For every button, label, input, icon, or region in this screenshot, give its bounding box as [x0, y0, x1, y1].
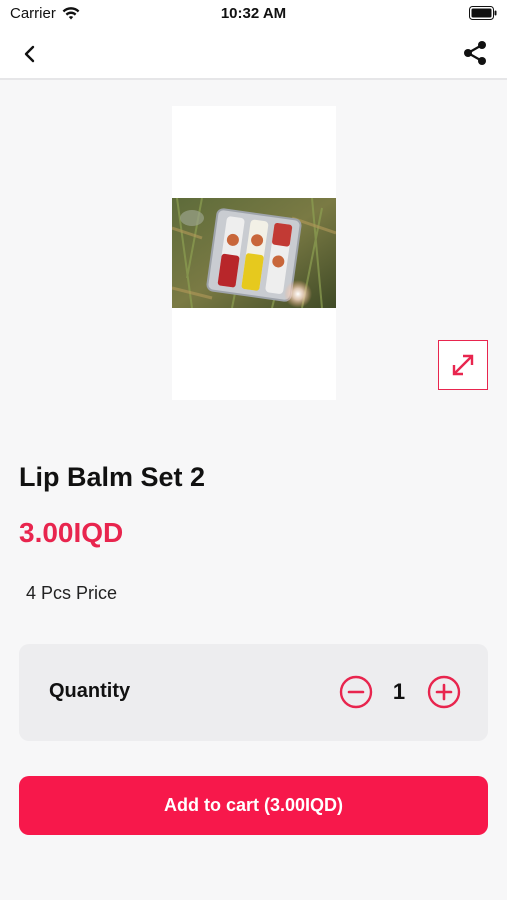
product-image-card[interactable]	[172, 106, 336, 400]
back-button[interactable]	[14, 38, 46, 70]
quantity-label: Quantity	[49, 680, 131, 702]
expand-button[interactable]	[438, 340, 488, 390]
share-icon	[464, 41, 486, 65]
battery-icon	[469, 6, 497, 24]
quantity-decrease-button[interactable]	[339, 675, 373, 709]
quantity-increase-button[interactable]	[427, 675, 461, 709]
minus-circle-icon	[339, 675, 373, 709]
product-description: 4 Pcs Price	[26, 583, 118, 603]
status-time: 10:32 AM	[220, 5, 287, 22]
expand-arrows-icon	[452, 354, 474, 376]
product-photo	[172, 198, 336, 308]
chevron-left-icon	[24, 45, 35, 63]
quantity-value: 1	[392, 679, 406, 704]
add-to-cart-button[interactable]: Add to cart (3.00IQD)	[19, 776, 488, 835]
product-title: Lip Balm Set 2	[19, 462, 206, 492]
quantity-card: Quantity 1	[19, 644, 488, 741]
plus-circle-icon	[427, 675, 461, 709]
status-bar: Carrier 10:32 AM	[0, 0, 507, 28]
product-price: 3.00IQD	[19, 517, 124, 548]
share-button[interactable]	[459, 37, 491, 69]
nav-bar	[0, 28, 507, 80]
